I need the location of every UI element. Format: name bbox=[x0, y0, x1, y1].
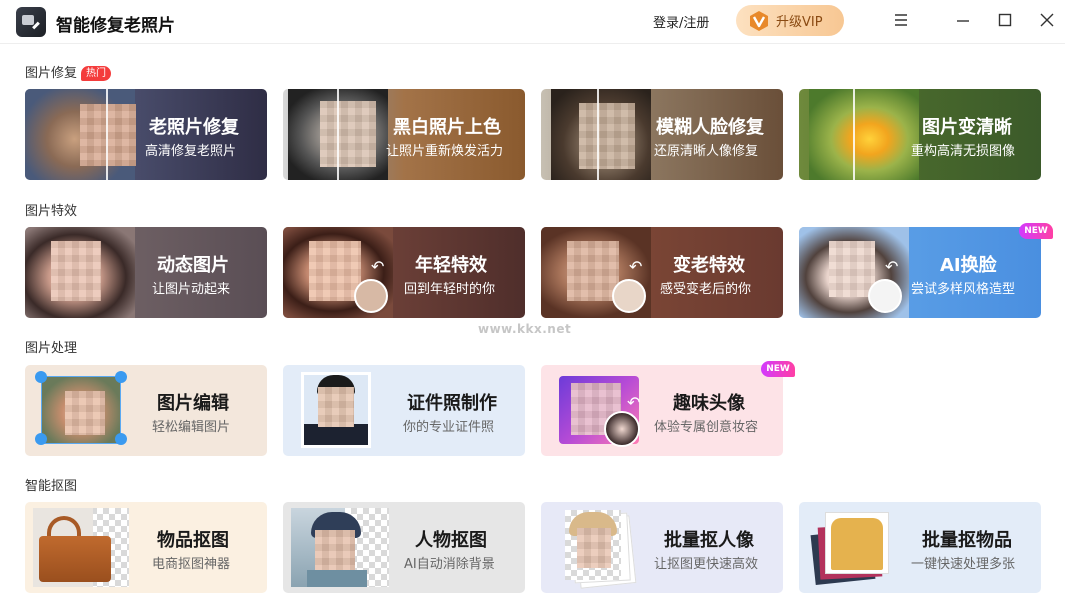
arrow-icon: ↶ bbox=[629, 257, 643, 276]
card-title: 人物抠图 bbox=[415, 530, 487, 551]
menu-icon[interactable] bbox=[891, 10, 911, 30]
minimize-icon[interactable] bbox=[953, 10, 973, 30]
card-title: 图片变清晰 bbox=[922, 117, 1012, 138]
card-older[interactable]: ↶ 变老特效 感受变老后的你 bbox=[541, 227, 783, 318]
card-title: 趣味头像 bbox=[673, 393, 745, 414]
resize-handle-icon bbox=[115, 433, 127, 445]
tulip-image bbox=[809, 89, 919, 180]
card-colorize[interactable]: 黑白照片上色 让照片重新焕发活力 bbox=[283, 89, 525, 180]
card-subtitle: 感受变老后的你 bbox=[660, 282, 752, 297]
section-title-processing: 图片处理 bbox=[25, 341, 78, 356]
card-subtitle: 重构高清无损图像 bbox=[911, 144, 1016, 159]
card-title: 黑白照片上色 bbox=[393, 117, 501, 138]
card-sharpen[interactable]: 图片变清晰 重构高清无损图像 bbox=[799, 89, 1041, 180]
pixelated-face bbox=[577, 528, 611, 568]
card-subtitle: 一键快速处理多张 bbox=[911, 557, 1016, 572]
card-subtitle: 还原清晰人像修复 bbox=[654, 144, 759, 159]
card-subtitle: 高清修复老照片 bbox=[145, 144, 237, 159]
card-title: 年轻特效 bbox=[415, 255, 487, 276]
card-old-photo-repair[interactable]: 老照片修复 高清修复老照片 bbox=[25, 89, 267, 180]
section-repair-label: 图片修复 bbox=[25, 66, 78, 81]
yellow-shirt-image bbox=[831, 518, 883, 570]
hot-badge: 热门 bbox=[81, 66, 112, 81]
new-badge: NEW bbox=[761, 361, 795, 377]
compare-divider bbox=[853, 89, 855, 180]
app-title: 智能修复老照片 bbox=[56, 16, 175, 36]
card-title: 批量抠人像 bbox=[664, 530, 754, 551]
pixelated-face bbox=[51, 241, 101, 301]
card-younger[interactable]: ↶ 年轻特效 回到年轻时的你 bbox=[283, 227, 525, 318]
result-thumbnail bbox=[604, 411, 640, 447]
card-batch-person-cutout[interactable]: 批量抠人像 让抠图更快速高效 bbox=[541, 502, 783, 593]
close-icon[interactable] bbox=[1037, 10, 1057, 30]
arrow-icon: ↶ bbox=[627, 393, 641, 412]
card-batch-object-cutout[interactable]: 批量抠物品 一键快速处理多张 bbox=[799, 502, 1041, 593]
drop-handle-icon bbox=[115, 371, 127, 383]
pixelated-face bbox=[567, 241, 619, 301]
shirt bbox=[307, 570, 367, 587]
upgrade-vip-button[interactable]: 升级VIP bbox=[736, 5, 844, 36]
upgrade-vip-label: 升级VIP bbox=[776, 15, 823, 30]
card-title: AI换脸 bbox=[940, 255, 997, 276]
card-subtitle: 回到年轻时的你 bbox=[404, 282, 496, 297]
card-person-cutout[interactable]: 人物抠图 AI自动消除背景 bbox=[283, 502, 525, 593]
pixelated-face bbox=[65, 391, 105, 435]
pixelated-face bbox=[320, 101, 376, 167]
card-blur-face-repair[interactable]: 模糊人脸修复 还原清晰人像修复 bbox=[541, 89, 783, 180]
card-title: 动态图片 bbox=[157, 255, 229, 276]
section-title-cutout: 智能抠图 bbox=[25, 479, 78, 494]
new-badge: NEW bbox=[1019, 223, 1053, 239]
card-title: 图片编辑 bbox=[157, 393, 229, 414]
pixelated-face bbox=[829, 241, 875, 297]
result-thumbnail bbox=[868, 279, 902, 313]
card-title: 模糊人脸修复 bbox=[656, 117, 764, 138]
compare-divider bbox=[337, 89, 339, 180]
pixelated-face bbox=[315, 530, 355, 572]
card-object-cutout[interactable]: 物品抠图 电商抠图神器 bbox=[25, 502, 267, 593]
result-thumbnail bbox=[354, 279, 388, 313]
arrow-icon: ↶ bbox=[371, 257, 385, 276]
watermark-text: www.kkx.net bbox=[478, 322, 572, 336]
card-subtitle: 让图片动起来 bbox=[152, 282, 231, 297]
compare-divider bbox=[106, 89, 108, 180]
pixelated-face bbox=[579, 103, 635, 169]
login-register-link[interactable]: 登录/注册 bbox=[653, 12, 709, 31]
card-subtitle: 你的专业证件照 bbox=[403, 420, 495, 435]
card-subtitle: AI自动消除背景 bbox=[404, 557, 495, 572]
vip-crown-icon bbox=[750, 10, 768, 31]
card-animate[interactable]: 动态图片 让图片动起来 bbox=[25, 227, 267, 318]
card-id-photo[interactable]: 证件照制作 你的专业证件照 bbox=[283, 365, 525, 456]
pixelated-face bbox=[309, 241, 361, 301]
card-subtitle: 轻松编辑图片 bbox=[152, 420, 231, 435]
card-image-edit[interactable]: 图片编辑 轻松编辑图片 bbox=[25, 365, 267, 456]
card-title: 物品抠图 bbox=[157, 530, 229, 551]
card-fun-avatar[interactable]: ↶ 趣味头像 体验专属创意妆容 bbox=[541, 365, 783, 456]
copy-handle-icon bbox=[35, 433, 47, 445]
card-subtitle: 电商抠图神器 bbox=[152, 557, 231, 572]
compare-divider bbox=[597, 89, 599, 180]
card-title: 证件照制作 bbox=[407, 393, 497, 414]
handbag-image bbox=[39, 536, 111, 582]
card-subtitle: 体验专属创意妆容 bbox=[654, 420, 759, 435]
card-title: 变老特效 bbox=[673, 255, 745, 276]
card-subtitle: 让照片重新焕发活力 bbox=[386, 144, 504, 159]
pixelated-face bbox=[80, 104, 136, 166]
card-subtitle: 尝试多样风格造型 bbox=[911, 282, 1016, 297]
arrow-icon: ↶ bbox=[885, 257, 899, 276]
card-title: 老照片修复 bbox=[149, 117, 239, 138]
title-bar: 智能修复老照片 登录/注册 升级VIP bbox=[0, 0, 1065, 44]
card-ai-faceswap[interactable]: ↶ AI换脸 尝试多样风格造型 bbox=[799, 227, 1041, 318]
section-title-repair: 图片修复 热门 bbox=[25, 62, 112, 81]
pixelated-face bbox=[318, 387, 354, 427]
app-logo-icon bbox=[16, 7, 46, 37]
card-title: 批量抠物品 bbox=[922, 530, 1012, 551]
rotate-handle-icon bbox=[35, 371, 47, 383]
maximize-icon[interactable] bbox=[995, 10, 1015, 30]
card-subtitle: 让抠图更快速高效 bbox=[654, 557, 759, 572]
section-title-effects: 图片特效 bbox=[25, 204, 78, 219]
result-thumbnail bbox=[612, 279, 646, 313]
